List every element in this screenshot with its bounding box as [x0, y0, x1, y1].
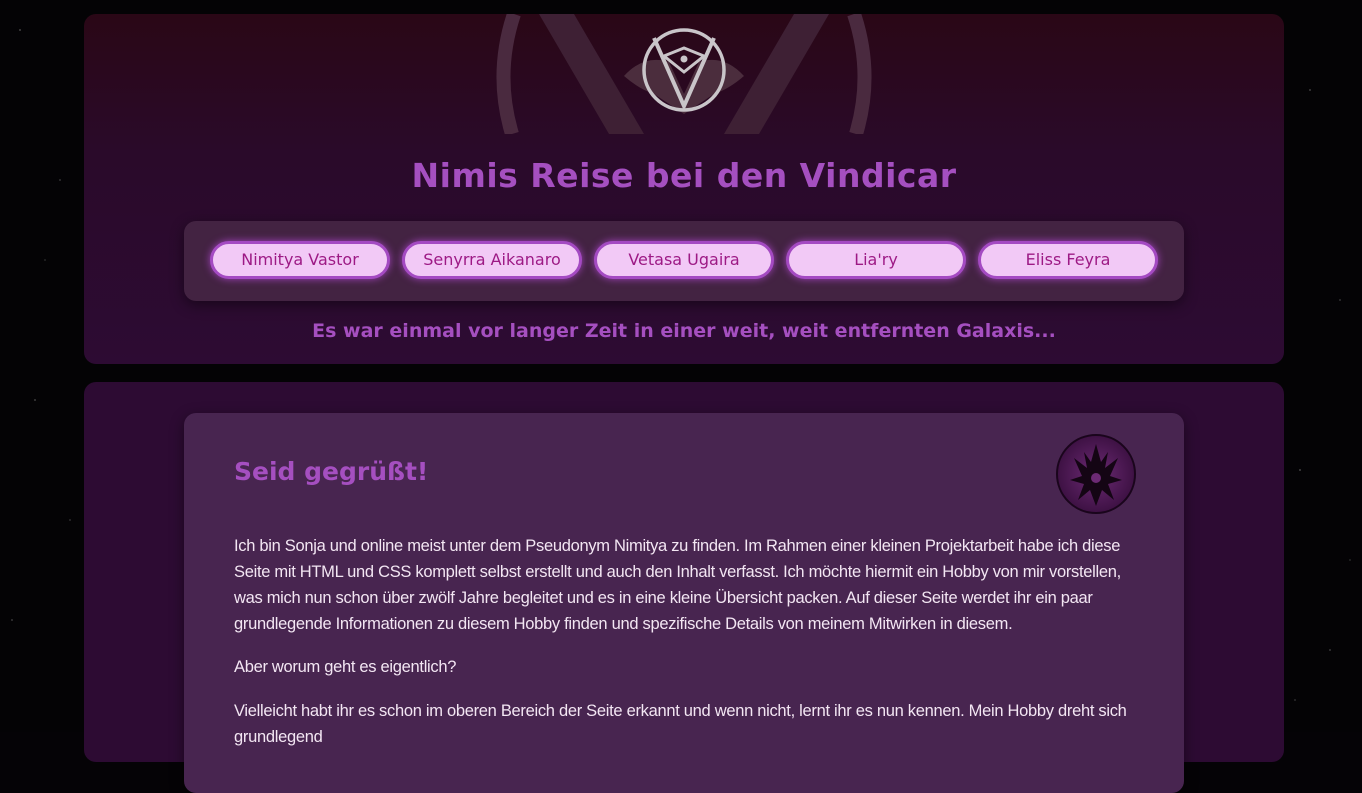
header-section: Nimis Reise bei den Vindicar Nimitya Vas…	[84, 14, 1284, 364]
intro-heading: Seid gegrüßt!	[234, 457, 429, 486]
page-title: Nimis Reise bei den Vindicar	[411, 156, 957, 195]
intro-card: Seid gegrüßt! Ich bin Sonja und online m…	[184, 413, 1184, 793]
avatar	[1056, 434, 1136, 514]
intro-paragraph-1: Ich bin Sonja und online meist unter dem…	[234, 537, 1121, 633]
tagline: Es war einmal vor langer Zeit in einer w…	[312, 320, 1056, 342]
dragon-emblem-icon	[1070, 444, 1122, 506]
character-nav: Nimitya Vastor Senyrra Aikanaro Vetasa U…	[184, 221, 1184, 301]
logo-banner	[84, 14, 1284, 134]
intro-paragraph-2: Aber worum geht es eigentlich?	[234, 658, 457, 676]
main-section: Seid gegrüßt! Ich bin Sonja und online m…	[84, 382, 1284, 793]
nav-button-nimitya-vastor[interactable]: Nimitya Vastor	[210, 241, 390, 279]
nav-button-liary[interactable]: Lia'ry	[786, 241, 966, 279]
nav-button-eliss-feyra[interactable]: Eliss Feyra	[978, 241, 1158, 279]
nav-button-vetasa-ugaira[interactable]: Vetasa Ugaira	[594, 241, 774, 279]
vindicar-emblem-icon	[496, 14, 872, 134]
nav-button-senyrra-aikanaro[interactable]: Senyrra Aikanaro	[402, 241, 582, 279]
intro-paragraph-3: Vielleicht habt ihr es schon im oberen B…	[234, 702, 1127, 746]
